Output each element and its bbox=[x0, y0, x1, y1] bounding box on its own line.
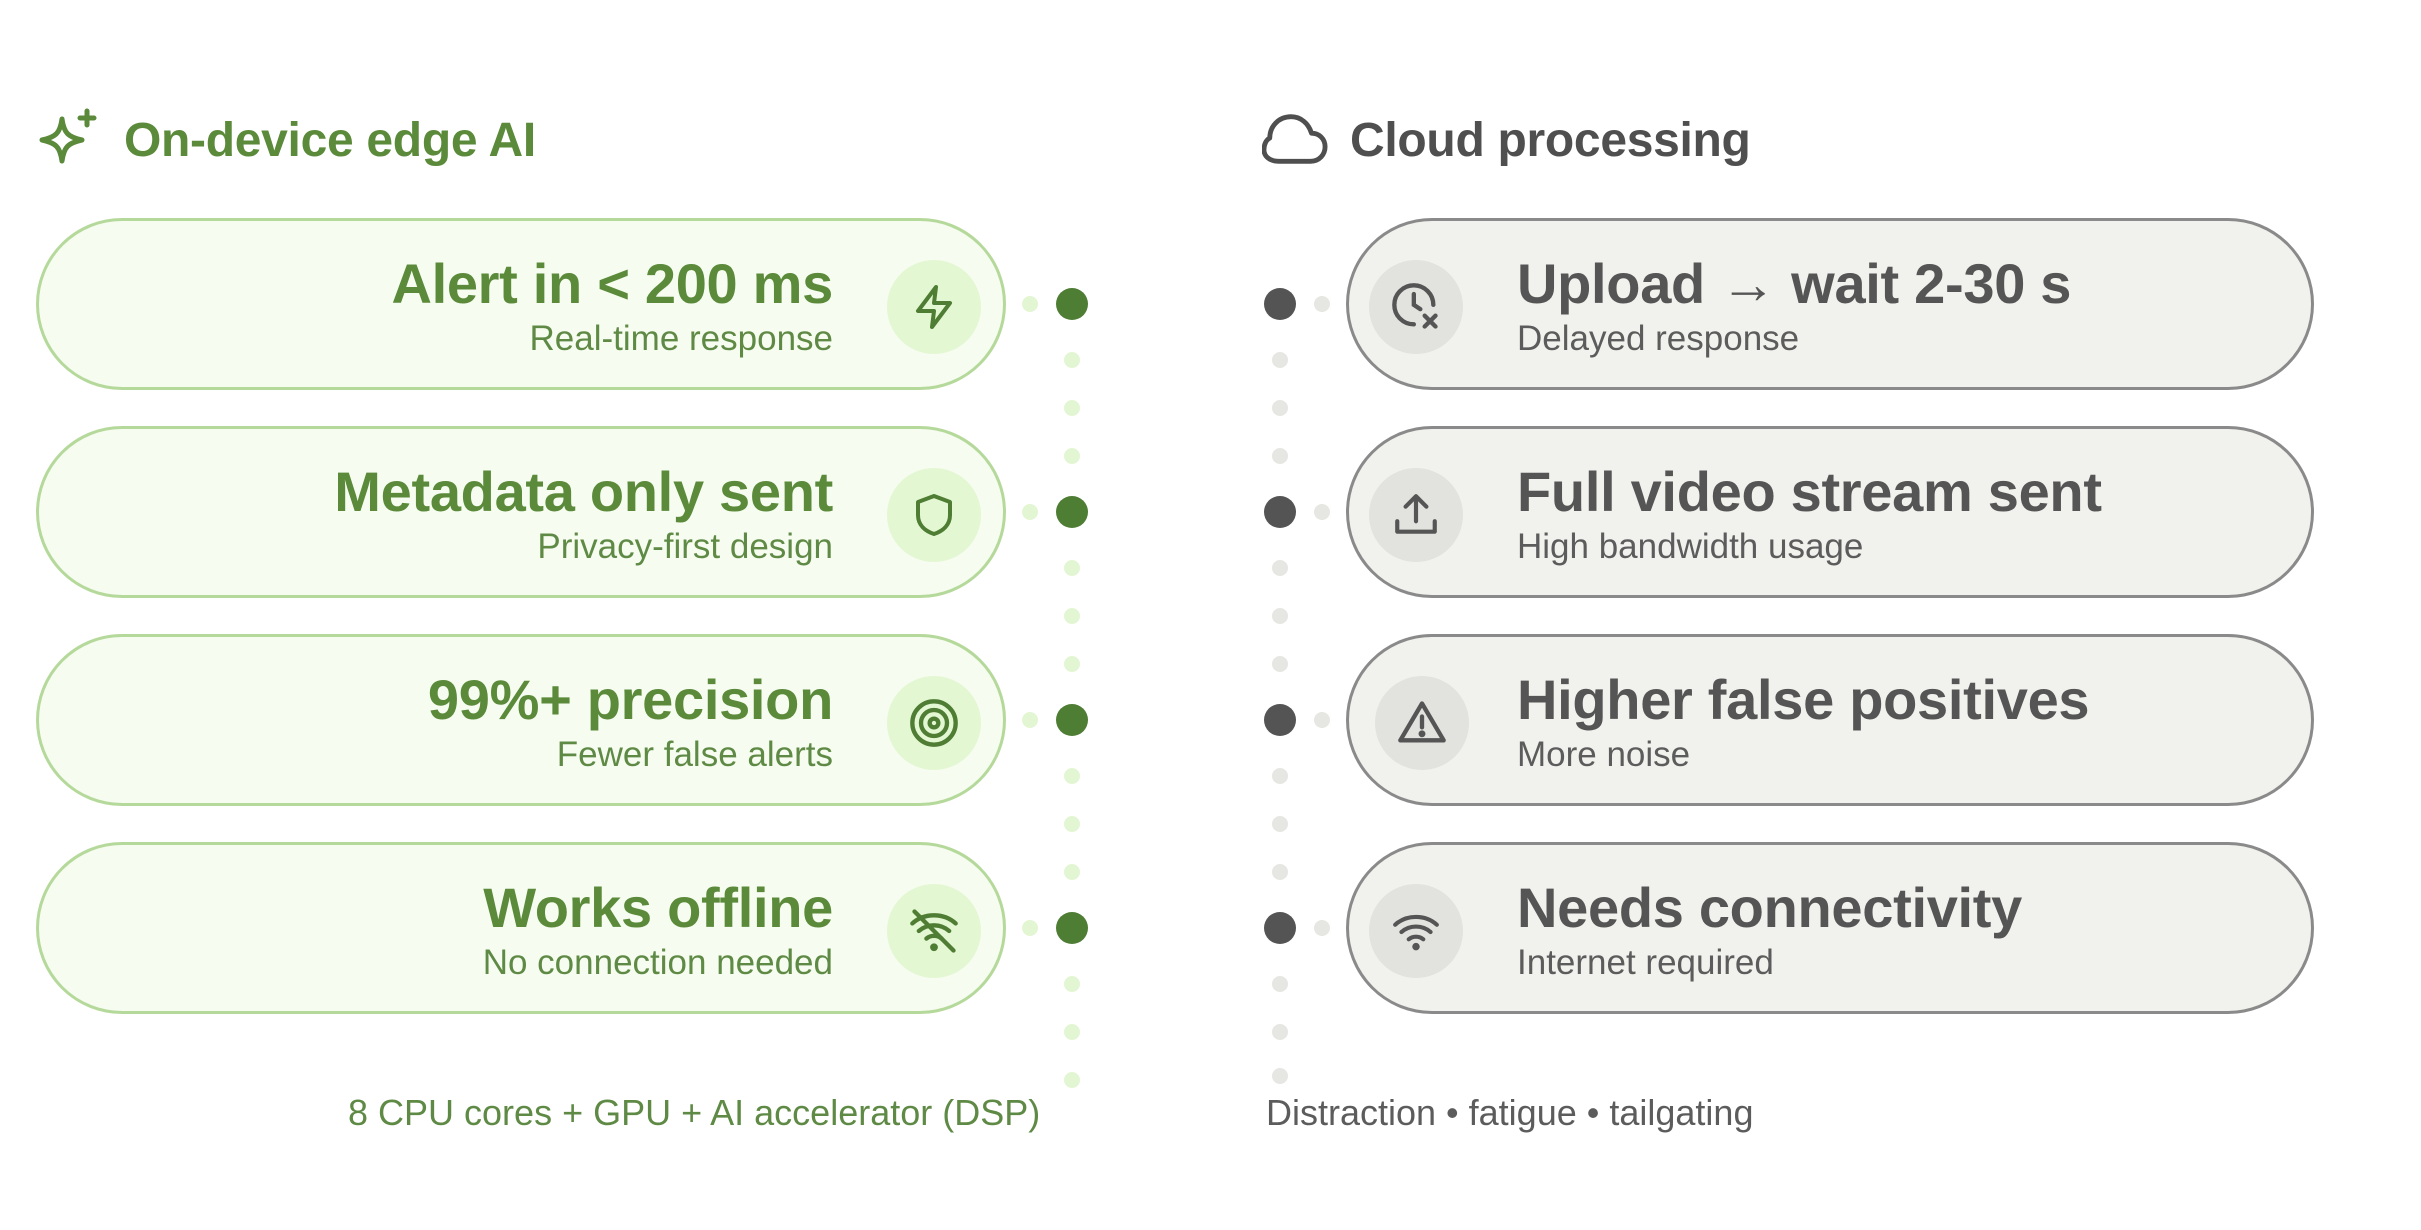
timeline-dot bbox=[1272, 656, 1288, 672]
card-title: Needs connectivity bbox=[1517, 876, 2022, 939]
timeline-dot bbox=[1064, 608, 1080, 624]
timeline-dot bbox=[1064, 560, 1080, 576]
lightning-icon bbox=[887, 260, 981, 354]
timeline-node bbox=[1264, 704, 1296, 736]
timeline-link-dot bbox=[1314, 296, 1330, 312]
edge-card-precision: 99%+ precision Fewer false alerts bbox=[36, 634, 1006, 806]
timeline-dot bbox=[1064, 448, 1080, 464]
timeline-dot bbox=[1272, 448, 1288, 464]
timeline-link-dot bbox=[1022, 920, 1038, 936]
timeline-dot bbox=[1064, 1072, 1080, 1088]
timeline-dot bbox=[1064, 352, 1080, 368]
timeline-dot bbox=[1272, 400, 1288, 416]
timeline-dot bbox=[1272, 1024, 1288, 1040]
sparkles-icon bbox=[36, 107, 102, 173]
cloud-card-bandwidth: Full video stream sent High bandwidth us… bbox=[1346, 426, 2314, 598]
card-subtitle: More noise bbox=[1517, 735, 1691, 774]
card-title: Alert in < 200 ms bbox=[391, 252, 833, 315]
edge-ai-header: On-device edge AI bbox=[36, 100, 536, 180]
card-subtitle: Real-time response bbox=[529, 319, 833, 358]
wifi-off-icon bbox=[887, 884, 981, 978]
card-subtitle: Delayed response bbox=[1517, 319, 1800, 358]
cloud-card-latency: Upload → wait 2-30 s Delayed response bbox=[1346, 218, 2314, 390]
card-subtitle: High bandwidth usage bbox=[1517, 527, 1864, 566]
timeline-node bbox=[1056, 704, 1088, 736]
timeline-dot bbox=[1272, 352, 1288, 368]
edge-footer-note: 8 CPU cores + GPU + AI accelerator (DSP) bbox=[348, 1092, 1041, 1133]
timeline-node bbox=[1264, 912, 1296, 944]
cloud-card-precision: Higher false positives More noise bbox=[1346, 634, 2314, 806]
card-subtitle: Privacy-first design bbox=[537, 527, 833, 566]
timeline-dot bbox=[1272, 1068, 1288, 1084]
timeline-link-dot bbox=[1314, 920, 1330, 936]
timeline-dot bbox=[1272, 768, 1288, 784]
cloud-header: Cloud processing bbox=[1262, 100, 1751, 180]
card-title: Metadata only sent bbox=[334, 460, 833, 523]
card-title: 99%+ precision bbox=[427, 668, 833, 731]
card-title: Works offline bbox=[483, 876, 833, 939]
edge-card-offline: Works offline No connection needed bbox=[36, 842, 1006, 1014]
cloud-card-connectivity: Needs connectivity Internet required bbox=[1346, 842, 2314, 1014]
upload-icon bbox=[1369, 468, 1463, 562]
timeline-node bbox=[1056, 496, 1088, 528]
card-subtitle: Fewer false alerts bbox=[556, 735, 833, 774]
card-title: Higher false positives bbox=[1517, 668, 2090, 731]
timeline-dot bbox=[1272, 608, 1288, 624]
timeline-dot bbox=[1064, 656, 1080, 672]
warning-icon bbox=[1375, 676, 1469, 770]
shield-icon bbox=[887, 468, 981, 562]
timeline-link-dot bbox=[1314, 504, 1330, 520]
timeline-dot bbox=[1064, 400, 1080, 416]
timeline-link-dot bbox=[1314, 712, 1330, 728]
timeline-node bbox=[1056, 912, 1088, 944]
card-subtitle: Internet required bbox=[1517, 943, 1774, 982]
wifi-icon bbox=[1369, 884, 1463, 978]
timeline-dot bbox=[1272, 976, 1288, 992]
edge-ai-title: On-device edge AI bbox=[124, 113, 536, 167]
timeline-node bbox=[1056, 288, 1088, 320]
timeline-node bbox=[1264, 496, 1296, 528]
timeline-dot bbox=[1064, 976, 1080, 992]
card-subtitle: No connection needed bbox=[482, 943, 833, 982]
timeline-dot bbox=[1064, 768, 1080, 784]
timeline-dot bbox=[1272, 560, 1288, 576]
timeline-dot bbox=[1064, 1024, 1080, 1040]
timeline-link-dot bbox=[1022, 296, 1038, 312]
timeline-dot bbox=[1064, 864, 1080, 880]
cloud-title: Cloud processing bbox=[1350, 113, 1751, 167]
cloud-footer-note: Distraction • fatigue • tailgating bbox=[1266, 1092, 1754, 1133]
edge-card-latency: Alert in < 200 ms Real-time response bbox=[36, 218, 1006, 390]
card-title: Full video stream sent bbox=[1517, 460, 2102, 523]
timeline-dot bbox=[1272, 816, 1288, 832]
cloud-icon bbox=[1262, 107, 1328, 173]
target-icon bbox=[887, 676, 981, 770]
timeline-link-dot bbox=[1022, 712, 1038, 728]
timeline-link-dot bbox=[1022, 504, 1038, 520]
timeline-node bbox=[1264, 288, 1296, 320]
timeline-dot bbox=[1272, 864, 1288, 880]
card-title: Upload → wait 2-30 s bbox=[1517, 252, 2072, 315]
clock-x-icon bbox=[1369, 260, 1463, 354]
edge-card-privacy: Metadata only sent Privacy-first design bbox=[36, 426, 1006, 598]
timeline-dot bbox=[1064, 816, 1080, 832]
